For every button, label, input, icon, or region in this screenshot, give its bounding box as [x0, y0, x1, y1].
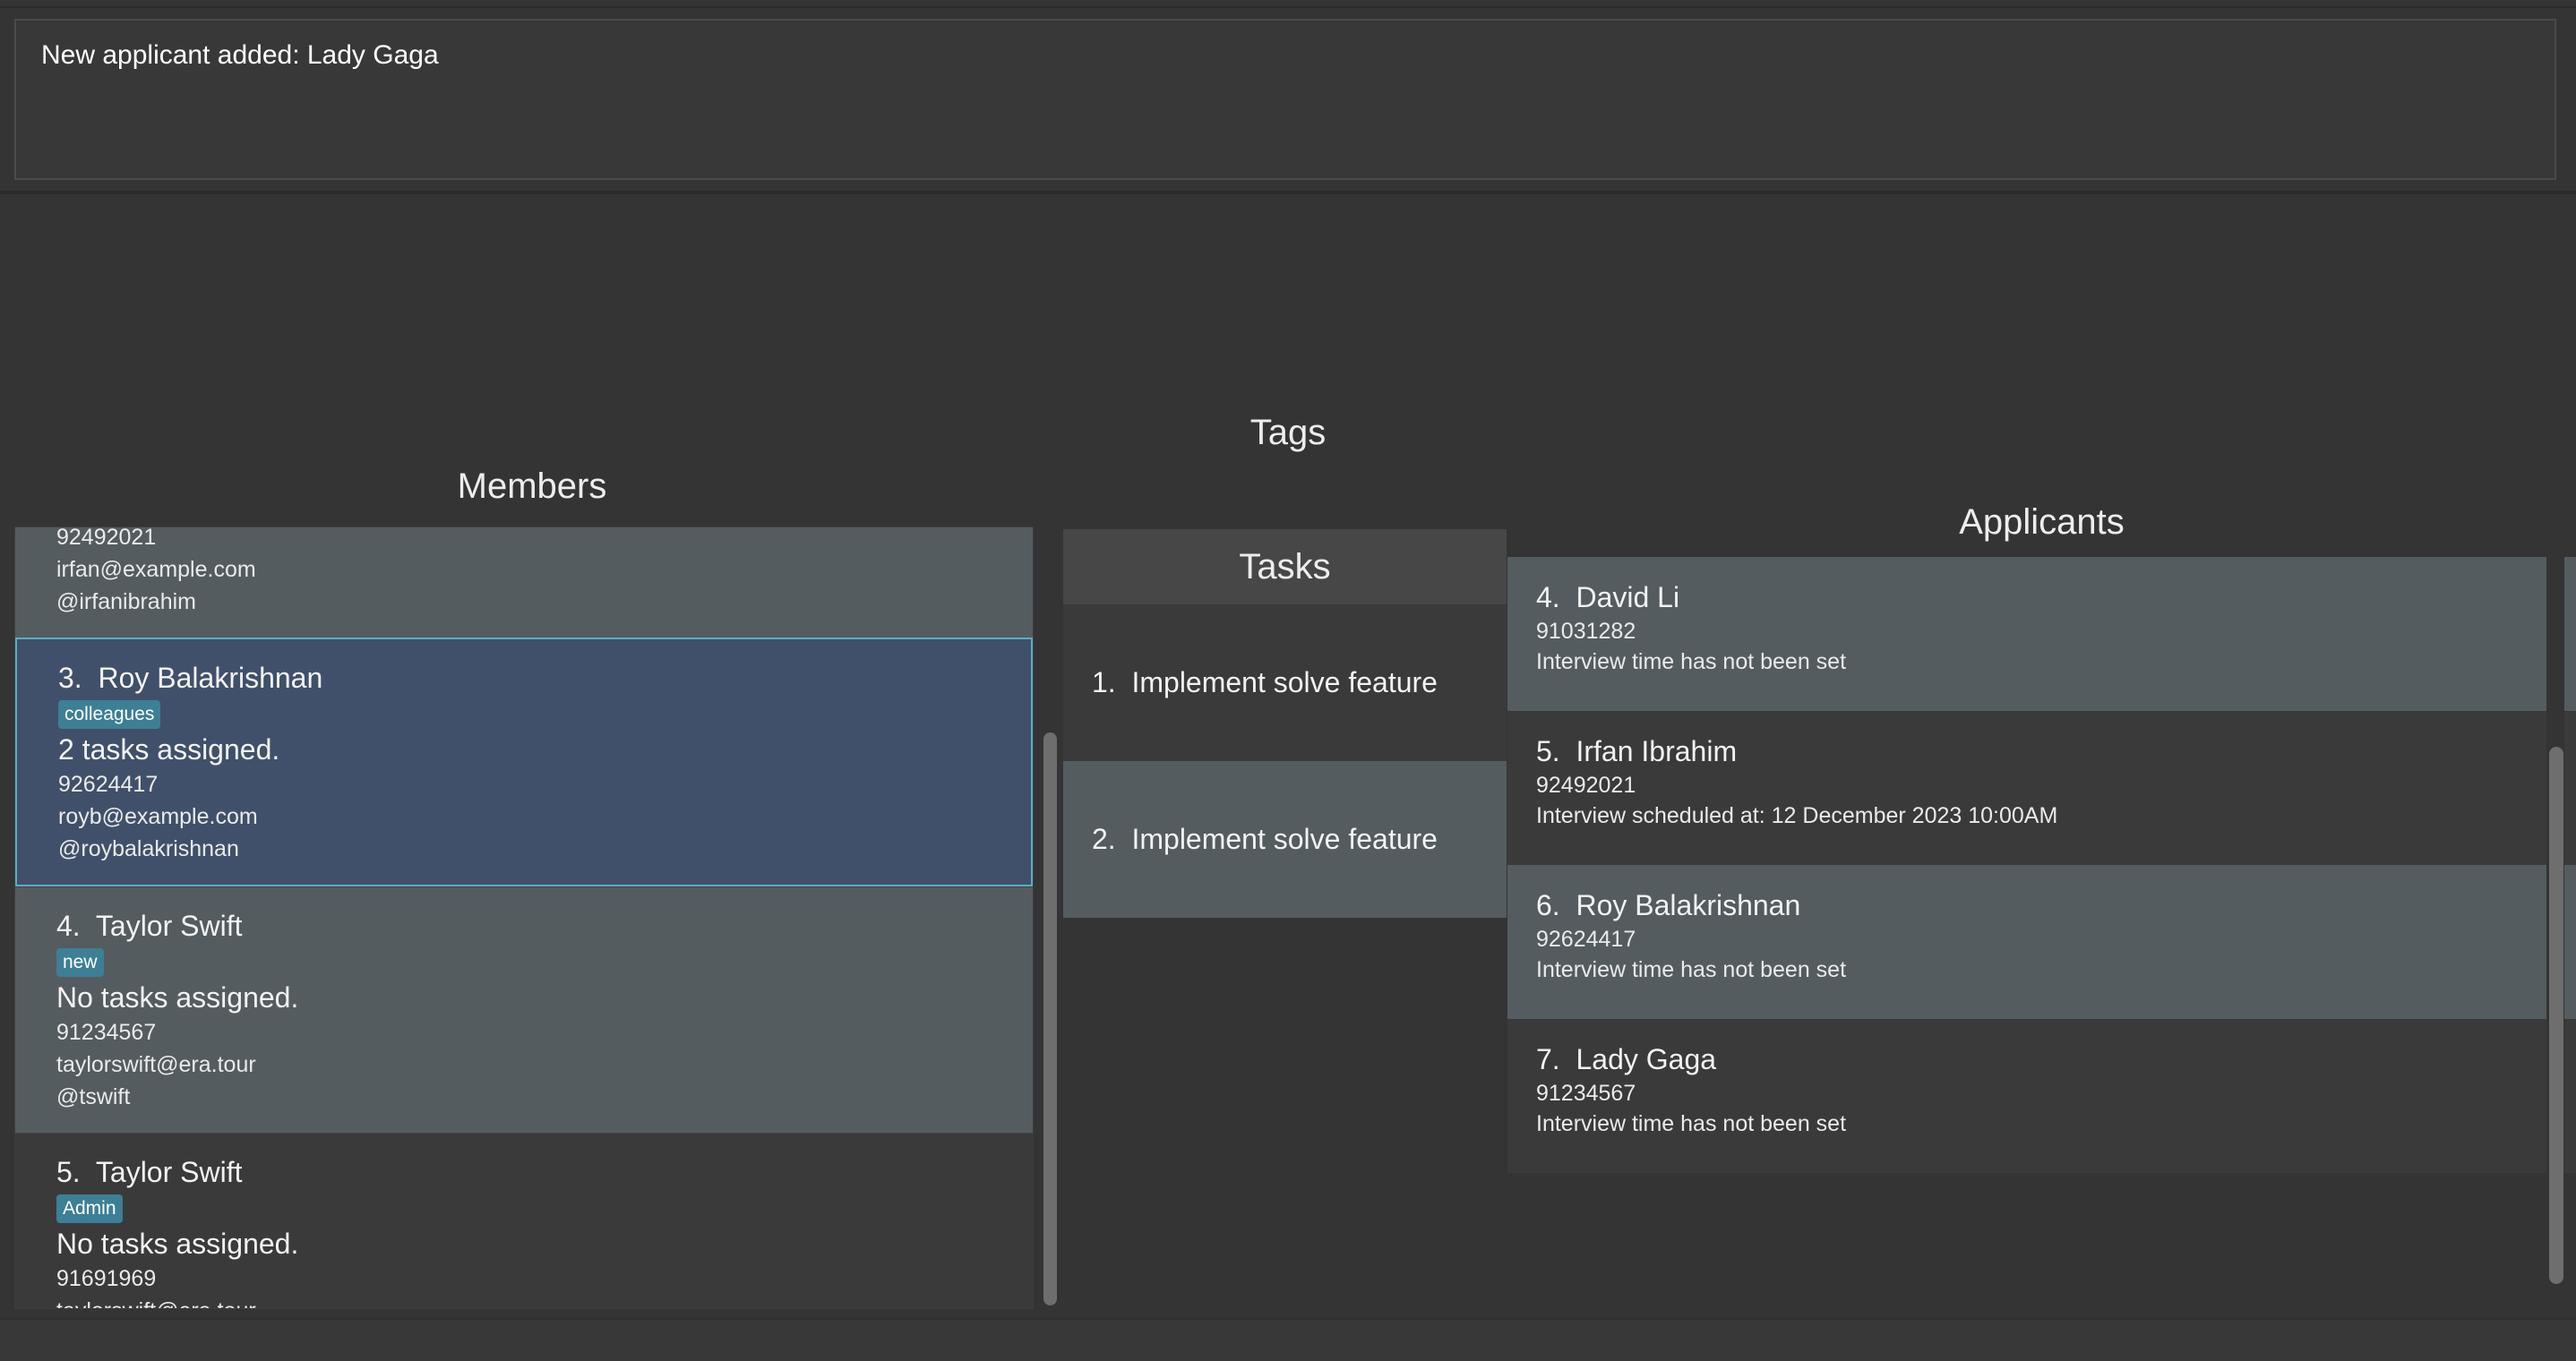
applicant-interview-status: Interview time has not been set	[1536, 954, 2576, 985]
notification-message: New applicant added: Lady Gaga	[41, 40, 2529, 71]
applicant-name: 7. Lady Gaga	[1536, 1040, 2576, 1078]
member-email: taylorswift@era.tour	[56, 1295, 1033, 1309]
applicants-panel[interactable]: 4. David Li91031282Interview time has no…	[1507, 557, 2576, 1309]
applicants-heading: Applicants	[1507, 502, 2576, 543]
member-phone: 91234567	[56, 1016, 1033, 1049]
member-task-count: 2 tasks assigned.	[58, 731, 1031, 768]
applicants-scrollbar-thumb[interactable]	[2549, 747, 2563, 1284]
member-tag: Admin	[56, 1194, 123, 1223]
member-handle: @roybalakrishnan	[58, 833, 1031, 865]
member-card[interactable]: 3. Roy Balakrishnan colleagues2 tasks ass…	[15, 638, 1033, 886]
member-handle: @irfanibrahim	[56, 586, 1033, 618]
applicant-interview-status: Interview time has not been set	[1536, 646, 2576, 677]
applicant-card[interactable]: 7. Lady Gaga91234567Interview time has n…	[1507, 1019, 2576, 1173]
applicant-interview-status: Interview time has not been set	[1536, 1108, 2576, 1139]
member-task-count: No tasks assigned.	[56, 1225, 1033, 1263]
member-phone: 92624417	[58, 768, 1031, 800]
notification-bar: New applicant added: Lady Gaga	[0, 6, 2576, 194]
bottom-strip	[0, 1318, 2576, 1361]
tags-section: Tags newcolleaguesclassmatesAdminfriends	[0, 198, 2576, 449]
members-list: classmates3 tasks assigned.92492021irfan…	[15, 526, 1033, 1309]
tags-heading: Tags	[0, 413, 2576, 453]
applicant-phone: 92492021	[1536, 770, 2576, 800]
members-heading: Members	[14, 467, 1050, 507]
tasks-panel[interactable]: Tasks 1. Implement solve feature2. Imple…	[1063, 529, 1507, 1308]
member-handle: @tswift	[56, 1081, 1033, 1113]
member-name: 3. Roy Balakrishnan	[58, 659, 1031, 697]
members-scrollbar[interactable]	[1042, 526, 1058, 1309]
applicant-interview-status: Interview scheduled at: 12 December 2023…	[1536, 800, 2576, 831]
member-name: 4. Taylor Swift	[56, 907, 1033, 945]
applicant-phone: 91234567	[1536, 1078, 2576, 1108]
applicants-list: 4. David Li91031282Interview time has no…	[1507, 557, 2576, 1173]
member-tag: new	[56, 948, 104, 977]
applicant-phone: 92624417	[1536, 924, 2576, 954]
member-card[interactable]: 5. Taylor Swift AdminNo tasks assigned.91…	[15, 1133, 1033, 1309]
member-phone: 92492021	[56, 526, 1033, 553]
member-phone: 91691969	[56, 1263, 1033, 1295]
task-card[interactable]: 1. Implement solve feature	[1063, 604, 1507, 761]
task-card[interactable]: 2. Implement solve feature	[1063, 761, 1507, 918]
applicant-card[interactable]: 5. Irfan Ibrahim92492021Interview schedu…	[1507, 711, 2576, 865]
applicant-name: 5. Irfan Ibrahim	[1536, 732, 2576, 770]
member-email: taylorswift@era.tour	[56, 1049, 1033, 1081]
member-email: irfan@example.com	[56, 553, 1033, 586]
member-tag-list: Admin	[56, 1194, 1033, 1223]
notification-box: New applicant added: Lady Gaga	[14, 19, 2556, 180]
member-card[interactable]: 4. Taylor Swift newNo tasks assigned.9123…	[15, 886, 1033, 1133]
applicant-phone: 91031282	[1536, 616, 2576, 646]
member-card[interactable]: classmates3 tasks assigned.92492021irfan…	[15, 526, 1033, 638]
member-task-count: No tasks assigned.	[56, 979, 1033, 1016]
tasks-list: 1. Implement solve feature2. Implement s…	[1063, 604, 1507, 918]
member-tag-list: colleagues	[58, 700, 1031, 729]
member-tag: colleagues	[58, 700, 160, 729]
applicant-card[interactable]: 6. Roy Balakrishnan92624417Interview tim…	[1507, 865, 2576, 1019]
applicant-name: 4. David Li	[1536, 578, 2576, 616]
members-panel[interactable]: classmates3 tasks assigned.92492021irfan…	[14, 526, 1034, 1309]
applicant-name: 6. Roy Balakrishnan	[1536, 886, 2576, 924]
member-tag-list: new	[56, 948, 1033, 977]
applicants-scrollbar[interactable]	[2546, 557, 2564, 1309]
applicant-card[interactable]: 4. David Li91031282Interview time has no…	[1507, 557, 2576, 711]
tasks-empty-area	[1063, 918, 1507, 1303]
members-scrollbar-thumb[interactable]	[1043, 732, 1057, 1305]
member-name: 5. Taylor Swift	[56, 1153, 1033, 1191]
tasks-heading: Tasks	[1063, 529, 1507, 604]
member-email: royb@example.com	[58, 800, 1031, 833]
